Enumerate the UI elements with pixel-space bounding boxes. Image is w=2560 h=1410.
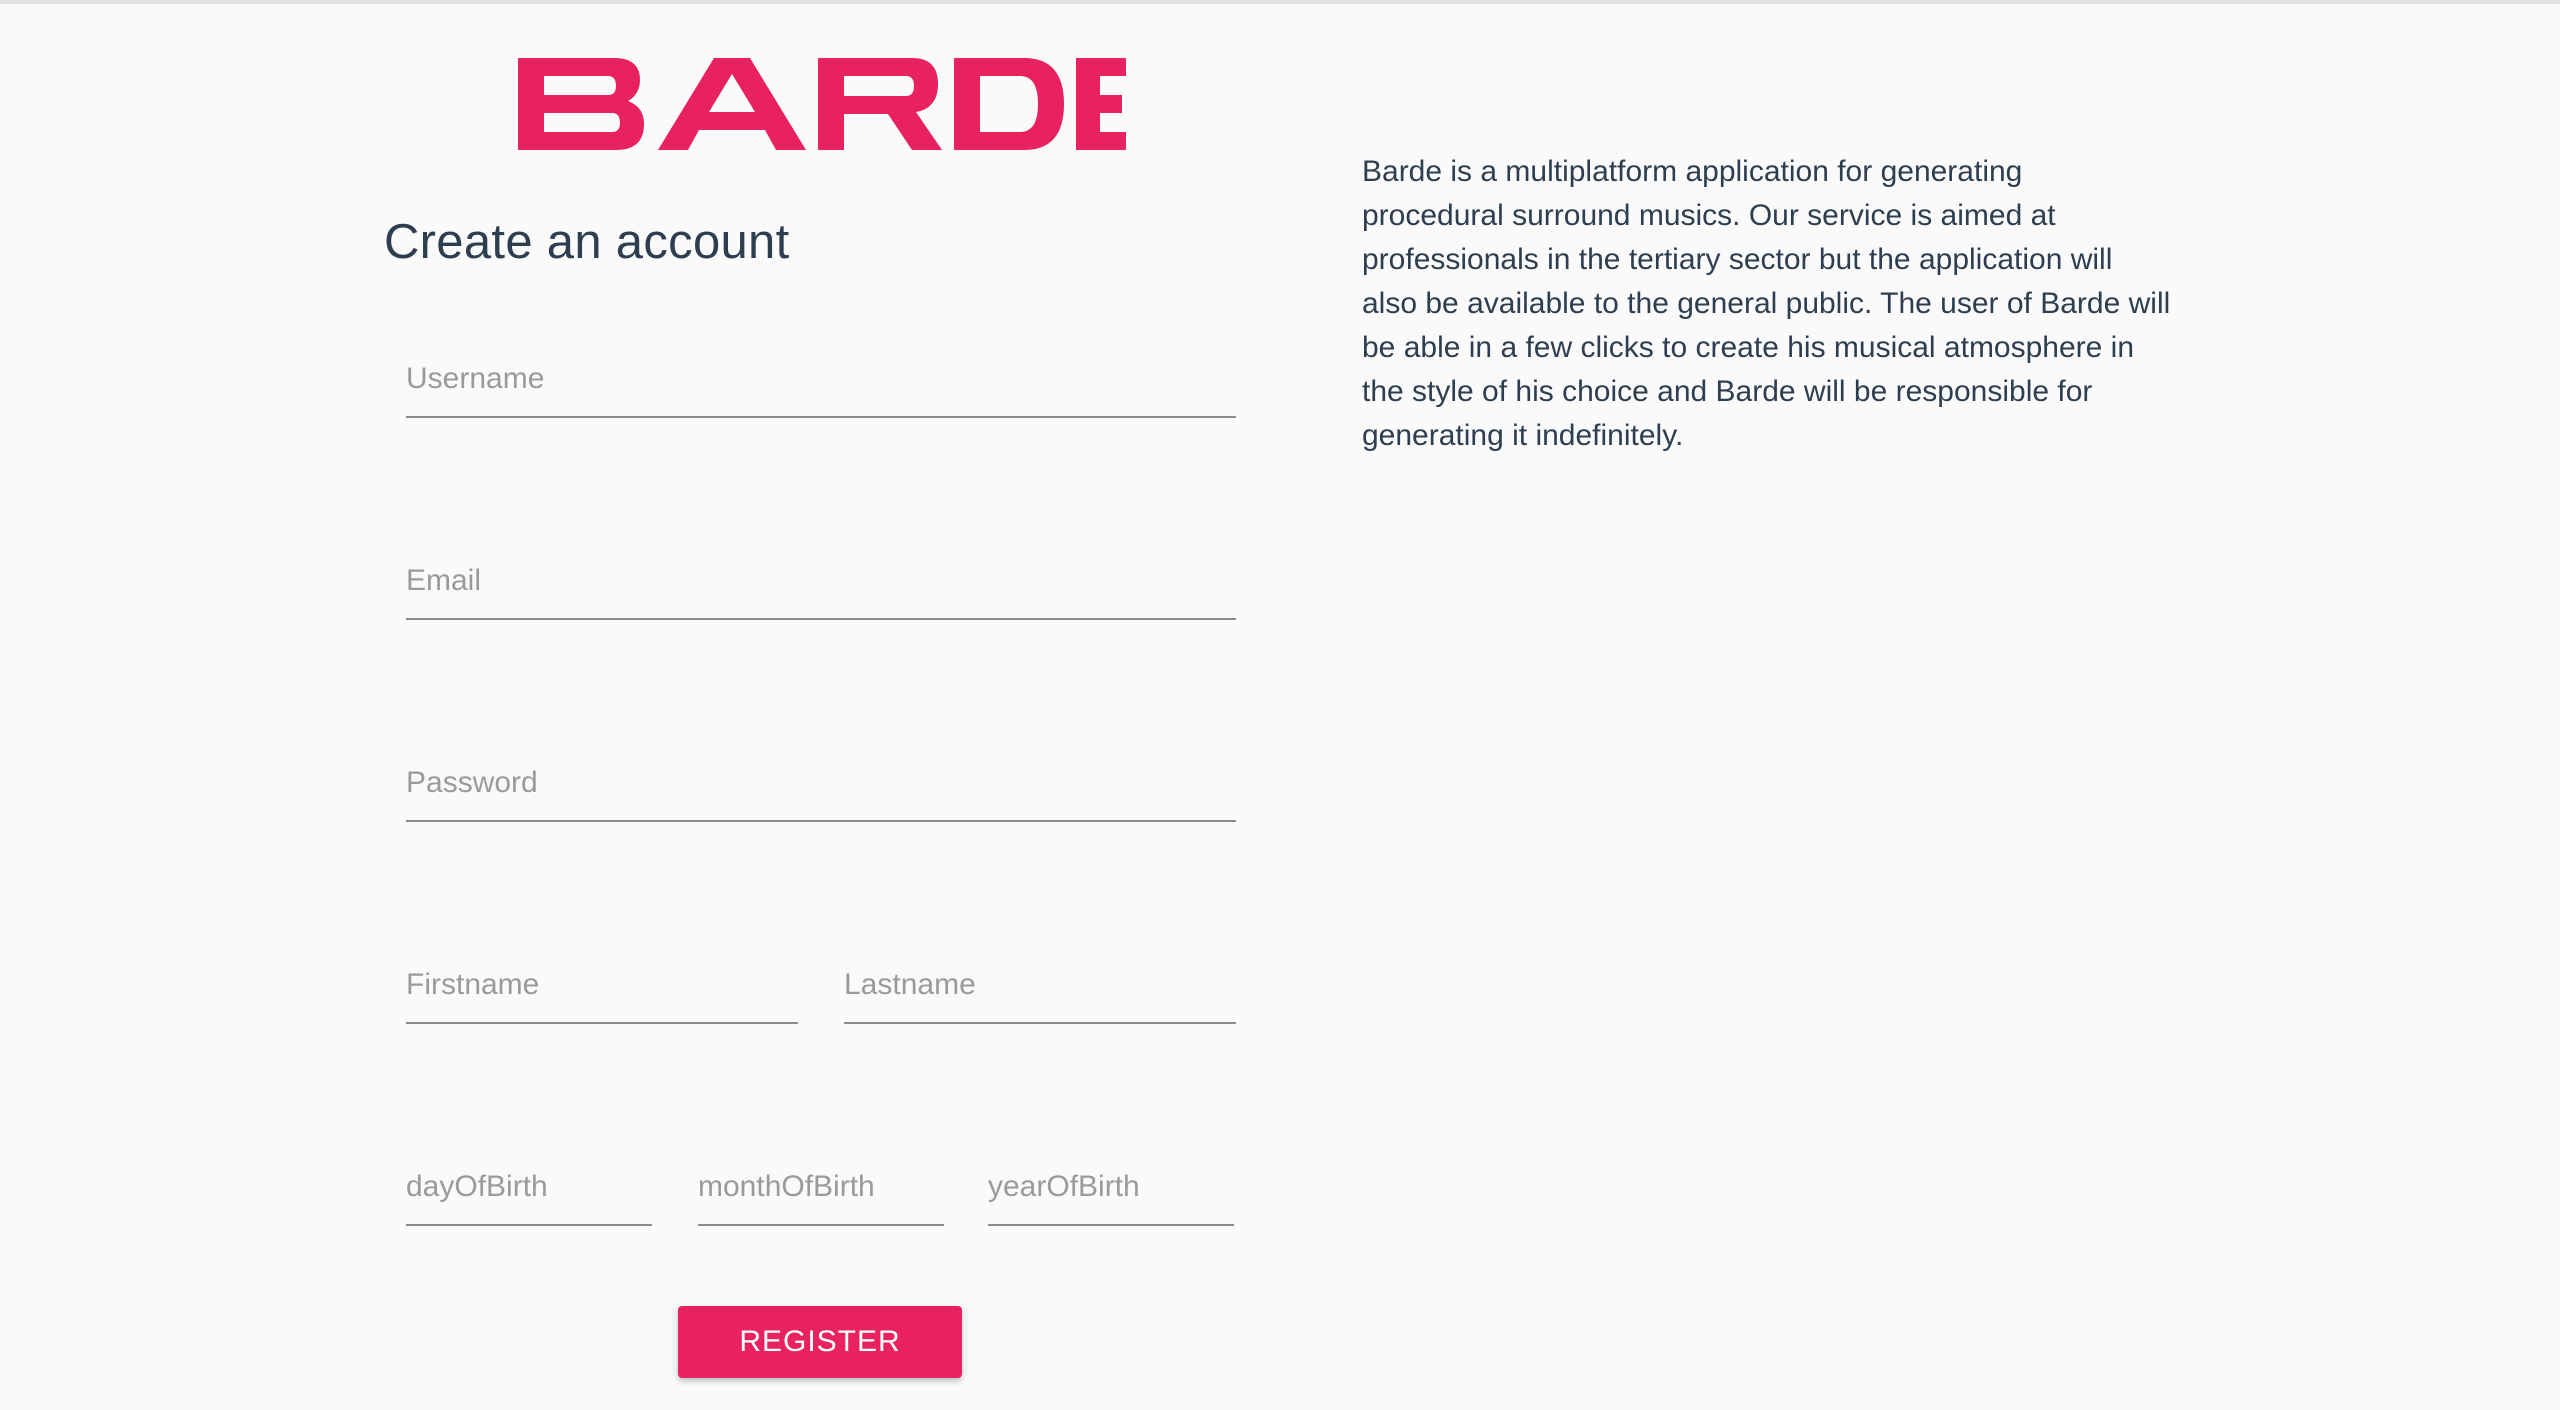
firstname-field-wrapper bbox=[406, 948, 798, 1024]
month-of-birth-input[interactable] bbox=[698, 1150, 944, 1226]
page-title: Create an account bbox=[384, 215, 790, 269]
password-input[interactable] bbox=[406, 746, 1236, 822]
year-of-birth-field-wrapper bbox=[988, 1150, 1234, 1226]
month-of-birth-field-wrapper bbox=[698, 1150, 944, 1226]
register-button[interactable]: REGISTER bbox=[678, 1306, 962, 1378]
email-field-wrapper bbox=[406, 544, 1236, 620]
username-input[interactable] bbox=[406, 342, 1236, 418]
top-divider bbox=[0, 0, 2560, 4]
day-of-birth-input[interactable] bbox=[406, 1150, 652, 1226]
email-input[interactable] bbox=[406, 544, 1236, 620]
year-of-birth-input[interactable] bbox=[988, 1150, 1234, 1226]
lastname-field-wrapper bbox=[844, 948, 1236, 1024]
username-field-wrapper bbox=[406, 342, 1236, 418]
firstname-input[interactable] bbox=[406, 948, 798, 1024]
barde-logo bbox=[518, 58, 1128, 150]
day-of-birth-field-wrapper bbox=[406, 1150, 652, 1226]
lastname-input[interactable] bbox=[844, 948, 1236, 1024]
about-description: Barde is a multiplatform application for… bbox=[1362, 155, 2171, 452]
password-field-wrapper bbox=[406, 746, 1236, 822]
